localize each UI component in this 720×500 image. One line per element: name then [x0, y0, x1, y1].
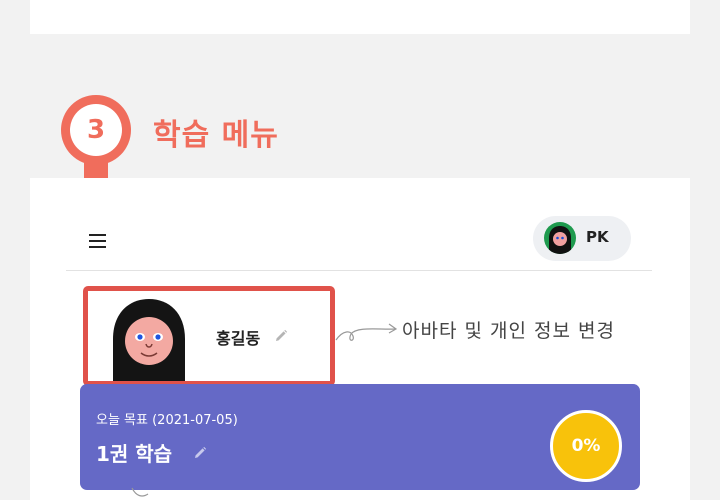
annotation-arrow-icon	[335, 323, 398, 341]
profile-annotation: 아바타 및 개인 정보 변경	[402, 320, 615, 342]
goal-value: 1권 학습	[96, 442, 173, 466]
user-initials: PK	[586, 228, 609, 246]
step-badge: 3	[61, 95, 131, 185]
avatar	[544, 222, 576, 254]
user-menu-button[interactable]: PK	[533, 216, 631, 261]
step-number: 3	[70, 104, 122, 156]
hamburger-icon[interactable]	[89, 234, 106, 248]
avatar-image[interactable]	[109, 297, 189, 381]
user-name: 홍길동	[216, 329, 261, 348]
header-divider	[66, 270, 652, 271]
app-screen: PK 홍길동 아바타 및 개인 정보 변경 오늘 목표 (2021-07-05)…	[30, 178, 690, 500]
section-title: 학습 메뉴	[153, 118, 279, 153]
previous-section-card	[30, 0, 690, 34]
daily-goal-card[interactable]: 오늘 목표 (2021-07-05) 1권 학습 0%	[80, 384, 640, 490]
pencil-icon[interactable]	[193, 445, 207, 459]
goal-label: 오늘 목표 (2021-07-05)	[96, 413, 238, 428]
pencil-icon[interactable]	[274, 328, 288, 342]
progress-indicator: 0%	[550, 410, 622, 482]
annotation-curl-icon	[131, 487, 149, 497]
profile-card[interactable]: 홍길동	[83, 286, 335, 386]
